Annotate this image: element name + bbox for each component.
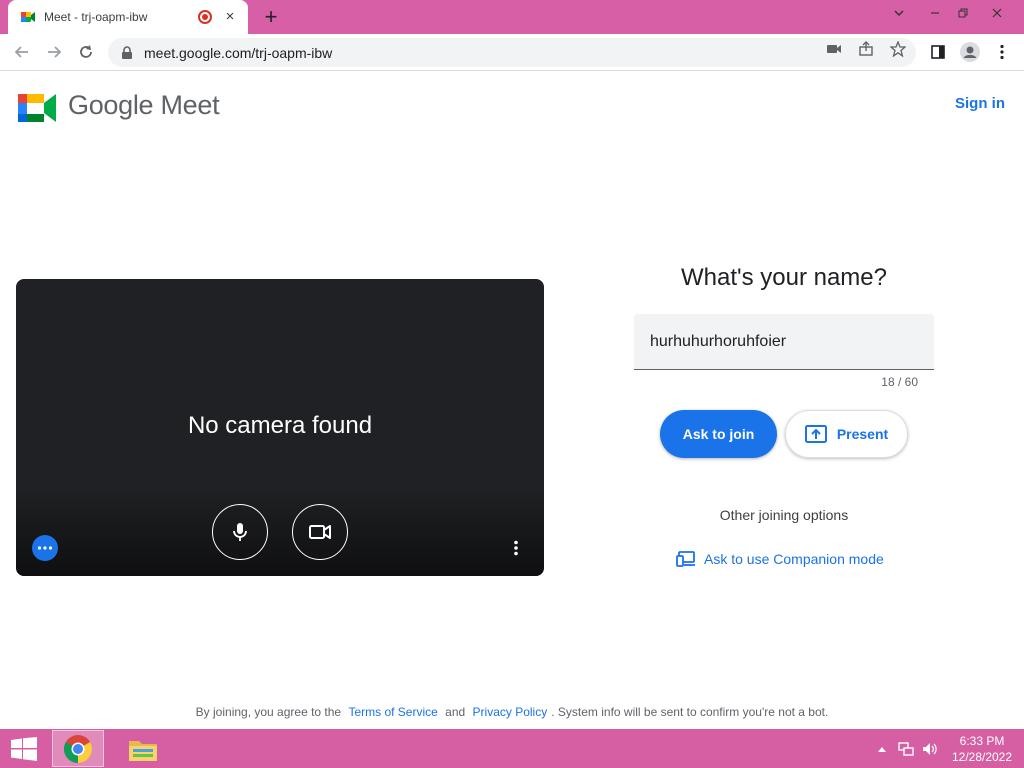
no-camera-message: No camera found: [187, 412, 373, 439]
lock-icon: [122, 45, 132, 59]
footer-suffix: . System info will be sent to confirm yo…: [551, 705, 829, 719]
tab-title: Meet - trj-oapm-ibw: [44, 10, 148, 24]
address-bar[interactable]: meet.google.com/trj-oapm-ibw: [108, 38, 916, 67]
brand-google: Google: [68, 90, 154, 120]
browser-menu-button[interactable]: [990, 40, 1014, 64]
close-window-button[interactable]: [982, 2, 1012, 24]
back-button[interactable]: [10, 40, 34, 64]
present-button[interactable]: Present: [785, 410, 908, 458]
legal-footer: By joining, you agree to the Terms of Se…: [0, 705, 1024, 719]
clock-date: 12/28/2022: [951, 750, 1013, 764]
name-field[interactable]: [634, 314, 934, 370]
reload-icon: [80, 45, 92, 58]
companion-mode-label: Ask to use Companion mode: [704, 551, 884, 567]
name-input[interactable]: [634, 314, 934, 369]
chrome-icon: [64, 734, 92, 763]
share-icon[interactable]: [858, 41, 874, 57]
camera-blocked-icon[interactable]: [826, 41, 842, 57]
taskbar-chrome-button[interactable]: [52, 730, 104, 767]
preview-gradient: [16, 486, 544, 576]
bookmark-star-icon[interactable]: [890, 41, 906, 57]
reload-button[interactable]: [74, 40, 98, 64]
microphone-toggle-button[interactable]: [212, 504, 268, 560]
footer-and: and: [445, 705, 466, 719]
name-heading: What's your name?: [680, 264, 887, 291]
windows-start-icon[interactable]: [10, 737, 38, 761]
present-label: Present: [836, 426, 889, 442]
system-clock[interactable]: 6:33 PM 12/28/2022: [944, 733, 1020, 765]
visual-effects-button[interactable]: [32, 535, 58, 561]
ask-to-join-button[interactable]: Ask to join: [660, 410, 777, 458]
browser-tab-meet[interactable]: Meet - trj-oapm-ibw ×: [8, 0, 248, 34]
taskbar-file-explorer-button[interactable]: [118, 730, 168, 767]
terms-of-service-link[interactable]: Terms of Service: [348, 705, 437, 719]
clock-time: 6:33 PM: [959, 734, 1005, 748]
footer-prefix: By joining, you agree to the: [195, 705, 342, 719]
devices-icon: [676, 551, 695, 567]
restore-button[interactable]: [948, 2, 978, 24]
video-preview: No camera found: [16, 279, 544, 576]
taskbar: 6:33 PM 12/28/2022: [0, 729, 1024, 768]
preview-more-options-button[interactable]: [506, 535, 526, 561]
character-counter: 18 / 60: [881, 375, 918, 389]
browser-tab-strip: Meet - trj-oapm-ibw × +: [0, 0, 1024, 34]
forward-button[interactable]: [42, 40, 66, 64]
more-vert-icon: [1000, 44, 1004, 60]
meet-favicon-icon: [21, 12, 35, 22]
more-horiz-icon: [37, 546, 53, 550]
microphone-icon: [233, 523, 247, 541]
minimize-button[interactable]: [920, 2, 950, 24]
arrow-left-icon: [14, 46, 28, 58]
new-tab-button[interactable]: +: [260, 6, 282, 28]
present-to-all-icon: [804, 425, 827, 443]
arrow-right-icon: [48, 46, 62, 58]
show-hidden-icons-chevron-icon[interactable]: [874, 741, 890, 757]
videocam-icon: [309, 525, 331, 539]
recording-indicator-icon: [198, 10, 212, 24]
privacy-policy-link[interactable]: Privacy Policy: [473, 705, 548, 719]
avatar-icon: [960, 42, 980, 62]
volume-icon[interactable]: [922, 741, 938, 757]
google-meet-logo-icon: [18, 94, 56, 122]
companion-mode-link[interactable]: Ask to use Companion mode: [676, 551, 884, 567]
url-text: meet.google.com/trj-oapm-ibw: [144, 44, 333, 61]
brand-meet: Meet: [160, 90, 220, 120]
sign-in-link[interactable]: Sign in: [955, 95, 1005, 112]
side-panel-icon: [931, 45, 945, 59]
tab-close-button[interactable]: ×: [222, 9, 238, 25]
folder-icon: [129, 740, 157, 761]
profile-button[interactable]: [958, 40, 982, 64]
google-meet-wordmark: Google Meet: [68, 90, 220, 121]
tab-search-chevron-icon[interactable]: [884, 2, 914, 24]
side-panel-button[interactable]: [926, 40, 950, 64]
browser-toolbar: meet.google.com/trj-oapm-ibw: [0, 34, 1024, 71]
camera-toggle-button[interactable]: [292, 504, 348, 560]
other-joining-options-label: Other joining options: [719, 507, 849, 523]
more-vert-icon: [514, 540, 518, 556]
network-icon[interactable]: [898, 741, 914, 757]
